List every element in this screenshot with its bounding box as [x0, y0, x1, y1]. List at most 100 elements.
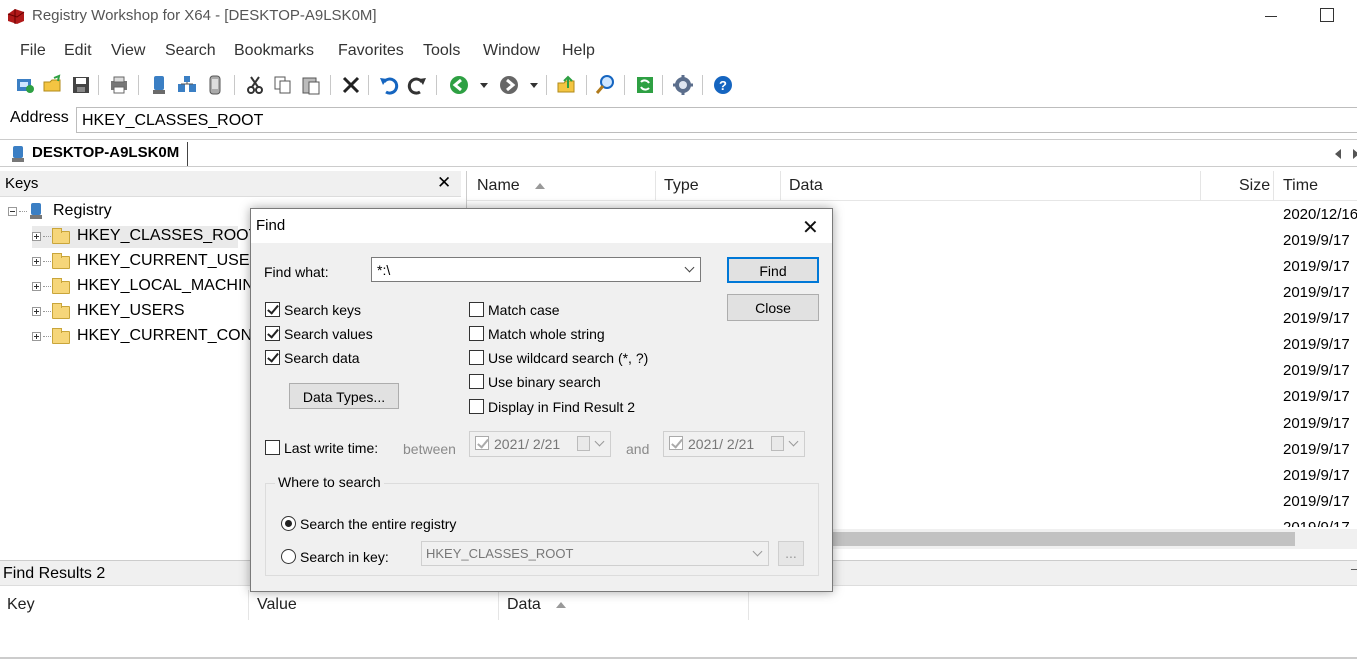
- menu-tools[interactable]: Tools: [423, 42, 460, 60]
- menu-edit[interactable]: Edit: [64, 42, 92, 60]
- chevron-down-icon[interactable]: [788, 436, 799, 447]
- copy-icon[interactable]: [272, 74, 294, 96]
- menu-file[interactable]: File: [20, 42, 46, 60]
- expand-icon[interactable]: [32, 282, 41, 291]
- menu-bookmarks[interactable]: Bookmarks: [234, 42, 314, 60]
- back-icon[interactable]: [448, 74, 470, 96]
- chevron-down-icon[interactable]: [594, 436, 605, 447]
- expand-icon[interactable]: [32, 332, 41, 341]
- last-write-time-label: Last write time:: [284, 440, 379, 456]
- display-in-result-checkbox[interactable]: [469, 399, 484, 414]
- search-in-key-radio[interactable]: [281, 549, 296, 564]
- tab-scroll-left-icon[interactable]: [1335, 149, 1341, 159]
- date-to-picker[interactable]: 2021/ 2/21: [663, 431, 805, 457]
- time-cell: 2019/9/17: [1283, 362, 1350, 379]
- minimize-button[interactable]: [1262, 2, 1284, 30]
- menu-view[interactable]: View: [111, 42, 145, 60]
- find-button[interactable]: Find: [727, 257, 819, 283]
- help-icon[interactable]: ?: [712, 74, 734, 96]
- delete-icon[interactable]: [340, 74, 362, 96]
- date-from-picker[interactable]: 2021/ 2/21: [469, 431, 611, 457]
- find-what-label: Find what:: [264, 264, 329, 280]
- menu-favorites[interactable]: Favorites: [338, 42, 404, 60]
- find-dialog-titlebar: Find ✕: [251, 209, 832, 243]
- chevron-down-icon[interactable]: [684, 262, 695, 273]
- search-keys-checkbox[interactable]: [265, 302, 280, 317]
- refresh-icon[interactable]: [634, 74, 656, 96]
- undo-icon[interactable]: [378, 74, 400, 96]
- where-to-search-label: Where to search: [275, 474, 384, 490]
- column-key[interactable]: Key: [7, 596, 35, 614]
- paste-icon[interactable]: [300, 74, 322, 96]
- registry-file-icon[interactable]: [204, 74, 226, 96]
- calendar-icon[interactable]: [577, 436, 590, 451]
- search-entire-radio[interactable]: [281, 516, 296, 531]
- network-registry-icon[interactable]: [176, 74, 198, 96]
- search-in-key-input[interactable]: HKEY_CLASSES_ROOT: [421, 541, 769, 566]
- data-types-button[interactable]: Data Types...: [289, 383, 399, 409]
- up-level-icon[interactable]: [556, 74, 578, 96]
- folder-icon: [52, 328, 70, 344]
- close-icon[interactable]: ✕: [802, 215, 819, 240]
- open-icon[interactable]: [42, 74, 64, 96]
- pin-icon[interactable]: ⊣: [1350, 565, 1357, 576]
- time-cell: 2019/9/17: [1283, 258, 1350, 275]
- window-title: Registry Workshop for X64 - [DESKTOP-A9L…: [32, 7, 377, 24]
- search-data-checkbox[interactable]: [265, 350, 280, 365]
- chevron-down-icon[interactable]: [752, 546, 763, 557]
- print-icon[interactable]: [108, 74, 130, 96]
- menu-help[interactable]: Help: [562, 42, 595, 60]
- expand-icon[interactable]: [32, 257, 41, 266]
- menu-window[interactable]: Window: [483, 42, 540, 60]
- back-dropdown-icon[interactable]: [480, 83, 488, 88]
- time-cell: 2019/9/17: [1283, 336, 1350, 353]
- options-icon[interactable]: [672, 74, 694, 96]
- date-from-checkbox[interactable]: [475, 436, 489, 450]
- find-icon[interactable]: [594, 74, 616, 96]
- date-from-value: 2021/ 2/21: [494, 436, 561, 452]
- match-case-label: Match case: [488, 302, 560, 318]
- forward-icon[interactable]: [498, 74, 520, 96]
- tree-item-hkey-local-machine[interactable]: HKEY_LOCAL_MACHINE: [32, 276, 265, 298]
- cut-icon[interactable]: [244, 74, 266, 96]
- match-whole-string-checkbox[interactable]: [469, 326, 484, 341]
- keys-pane-close-icon[interactable]: ✕: [437, 173, 451, 193]
- maximize-button[interactable]: [1320, 8, 1334, 22]
- tree-item-hkey-users[interactable]: HKEY_USERS: [32, 301, 252, 323]
- time-cell: 2019/9/17: [1283, 232, 1350, 249]
- tree-item-hkey-current-user[interactable]: HKEY_CURRENT_USER: [32, 251, 261, 273]
- find-what-value: *:\: [377, 262, 391, 278]
- match-case-checkbox[interactable]: [469, 302, 484, 317]
- address-bar: Address HKEY_CLASSES_ROOT: [0, 105, 1357, 135]
- expand-icon[interactable]: [32, 307, 41, 316]
- menu-search[interactable]: Search: [165, 42, 216, 60]
- column-data[interactable]: Data: [507, 596, 541, 614]
- calendar-icon[interactable]: [771, 436, 784, 451]
- computer-tab[interactable]: DESKTOP-A9LSK0M: [6, 142, 189, 166]
- tree-item-registry[interactable]: Registry: [8, 201, 208, 223]
- computer-tab-label: DESKTOP-A9LSK0M: [32, 144, 180, 161]
- local-registry-icon[interactable]: [148, 74, 170, 96]
- close-button[interactable]: Close: [727, 294, 819, 321]
- redo-icon[interactable]: [406, 74, 428, 96]
- browse-key-button[interactable]: ...: [778, 541, 804, 566]
- date-to-checkbox[interactable]: [669, 436, 683, 450]
- tab-scroll-right-icon[interactable]: [1353, 149, 1357, 159]
- connect-registry-icon[interactable]: [14, 74, 36, 96]
- find-results-columns: Key Value Data: [0, 590, 1357, 620]
- use-wildcard-checkbox[interactable]: [469, 350, 484, 365]
- expand-icon[interactable]: [32, 232, 41, 241]
- search-values-checkbox[interactable]: [265, 326, 280, 341]
- tree-item-hkey-current-config[interactable]: HKEY_CURRENT_CONFIG: [32, 326, 279, 348]
- use-binary-checkbox[interactable]: [469, 374, 484, 389]
- tree-item-label: Registry: [53, 202, 112, 219]
- time-cell: 2019/9/17: [1283, 388, 1350, 405]
- tree-item-hkey-classes-root[interactable]: HKEY_CLASSES_ROOT: [32, 226, 258, 248]
- forward-dropdown-icon[interactable]: [530, 83, 538, 88]
- last-write-time-checkbox[interactable]: [265, 440, 280, 455]
- address-input[interactable]: HKEY_CLASSES_ROOT: [76, 107, 1357, 133]
- column-value[interactable]: Value: [257, 596, 297, 614]
- collapse-icon[interactable]: [8, 207, 17, 216]
- find-what-input[interactable]: *:\: [371, 257, 701, 282]
- save-icon[interactable]: [70, 74, 92, 96]
